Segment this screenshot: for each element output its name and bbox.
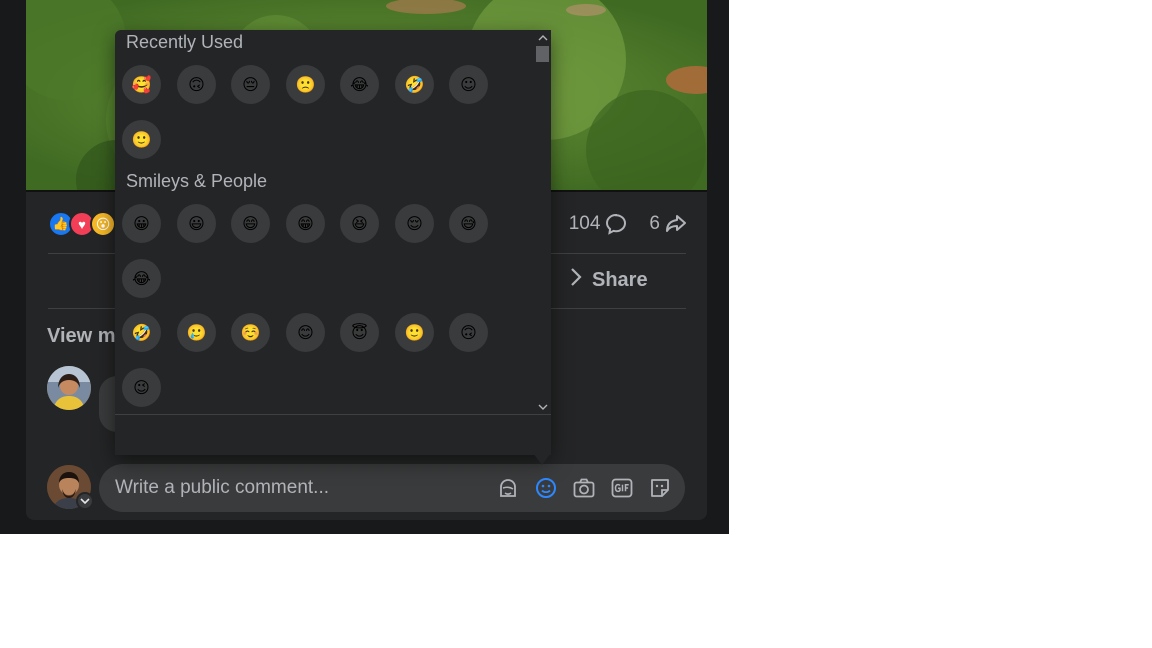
emoji-button[interactable]: 😅 xyxy=(449,204,488,243)
wow-reaction-icon: 😮 xyxy=(90,211,116,237)
share-arrow-icon xyxy=(665,213,687,235)
gif-icon[interactable] xyxy=(609,475,635,501)
emoji-button[interactable]: 😊 xyxy=(286,313,325,352)
emoji-button[interactable]: 🙃 xyxy=(177,65,216,104)
emoji-glyph: 😂 xyxy=(132,268,151,288)
emoji-glyph: ☺ xyxy=(460,74,477,94)
emoji-button[interactable]: 🙂 xyxy=(395,313,434,352)
emoji-button[interactable]: 😃 xyxy=(177,204,216,243)
emoji-button[interactable]: 😂 xyxy=(122,259,161,298)
share-label: Share xyxy=(592,268,648,291)
share-chevron-icon xyxy=(570,267,582,293)
share-count[interactable]: 6 xyxy=(649,213,660,235)
comment-count[interactable]: 104 xyxy=(569,213,601,235)
emoji-glyph: 😌 xyxy=(406,213,423,233)
emoji-button[interactable]: 🙂 xyxy=(122,120,161,159)
emoji-glyph: 🙂 xyxy=(131,129,152,149)
emoji-picker-scroll-area[interactable]: Recently Used Smileys & People 🥰 🙃 😔 🙁 😂 🤣 ☺ 🙂 😀… xyxy=(115,30,535,414)
emoji-button[interactable]: 😇 xyxy=(340,313,379,352)
section-title-smileys-people: Smileys & People xyxy=(126,171,268,191)
emoji-glyph: 😊 xyxy=(297,322,314,342)
emoji-glyph: 🥲 xyxy=(186,322,207,342)
emoji-glyph: 😅 xyxy=(460,213,477,233)
comment-input[interactable] xyxy=(115,474,475,502)
emoji-glyph: 🙂 xyxy=(404,322,425,342)
emoji-glyph: 😁 xyxy=(297,213,314,233)
emoji-button[interactable]: 🥰 xyxy=(122,65,161,104)
emoji-button[interactable]: 😄 xyxy=(231,204,270,243)
emoji-button[interactable]: 🙁 xyxy=(286,65,325,104)
emoji-glyph: 🤣 xyxy=(404,74,425,94)
emoji-glyph: 🙃 xyxy=(188,74,205,94)
emoji-button[interactable]: 🤣 xyxy=(395,65,434,104)
account-switch-chevron-icon[interactable] xyxy=(76,492,94,510)
emoji-glyph: 😇 xyxy=(351,322,368,342)
emoji-button[interactable]: 😀 xyxy=(122,204,161,243)
app-window: 👍 ♥ 😮 104 6 Share View m Write a public … xyxy=(0,0,729,534)
reaction-summary[interactable]: 👍 ♥ 😮 xyxy=(48,211,116,237)
emoji-button[interactable]: 🙃 xyxy=(449,313,488,352)
scroll-down-arrow-icon[interactable] xyxy=(534,400,551,414)
emoji-glyph: 🙁 xyxy=(295,74,316,94)
sticker-icon[interactable] xyxy=(647,475,673,501)
emoji-picker-pointer xyxy=(533,453,551,465)
emoji-picker-footer xyxy=(115,414,551,455)
emoji-button[interactable]: 😂 xyxy=(340,65,379,104)
emoji-glyph: 😉 xyxy=(133,377,150,397)
emoji-button[interactable]: 🤣 xyxy=(122,313,161,352)
commenter-avatar[interactable] xyxy=(47,366,91,410)
emoji-glyph: 😔 xyxy=(242,74,259,94)
emoji-glyph: 😀 xyxy=(133,213,150,233)
avatar-sticker-icon[interactable] xyxy=(495,475,521,501)
emoji-button[interactable]: 🥲 xyxy=(177,313,216,352)
camera-icon[interactable] xyxy=(571,475,597,501)
emoji-glyph: 🙃 xyxy=(460,322,477,342)
emoji-glyph: 🥰 xyxy=(131,74,152,94)
emoji-button[interactable]: 😔 xyxy=(231,65,270,104)
emoji-button[interactable]: ☺ xyxy=(449,65,488,104)
view-more-comments-link[interactable]: View m xyxy=(47,325,116,348)
share-button[interactable]: Share xyxy=(570,267,648,293)
emoji-glyph: 😄 xyxy=(242,213,259,233)
scrollbar-thumb[interactable] xyxy=(536,46,549,62)
emoji-button[interactable]: ☺️ xyxy=(231,313,270,352)
emoji-button[interactable]: 😆 xyxy=(340,204,379,243)
emoji-glyph: 😃 xyxy=(188,213,205,233)
emoji-picker-scrollbar[interactable] xyxy=(534,30,551,414)
emoji-glyph: 😂 xyxy=(350,74,369,94)
emoji-button[interactable]: 😁 xyxy=(286,204,325,243)
engagement-counts: 104 6 xyxy=(563,213,687,235)
emoji-icon[interactable] xyxy=(533,475,559,501)
emoji-glyph: ☺️ xyxy=(240,322,261,342)
emoji-button[interactable]: 😉 xyxy=(122,368,161,407)
comment-composer xyxy=(99,464,685,512)
scroll-up-arrow-icon[interactable] xyxy=(534,30,551,44)
emoji-button[interactable]: 😌 xyxy=(395,204,434,243)
comment-icon xyxy=(605,213,627,235)
emoji-glyph: 🤣 xyxy=(131,322,152,342)
emoji-picker: Recently Used Smileys & People 🥰 🙃 😔 🙁 😂 🤣 ☺ 🙂 😀… xyxy=(115,30,551,455)
emoji-glyph: 😆 xyxy=(351,213,368,233)
section-title-recently-used: Recently Used xyxy=(126,32,244,52)
